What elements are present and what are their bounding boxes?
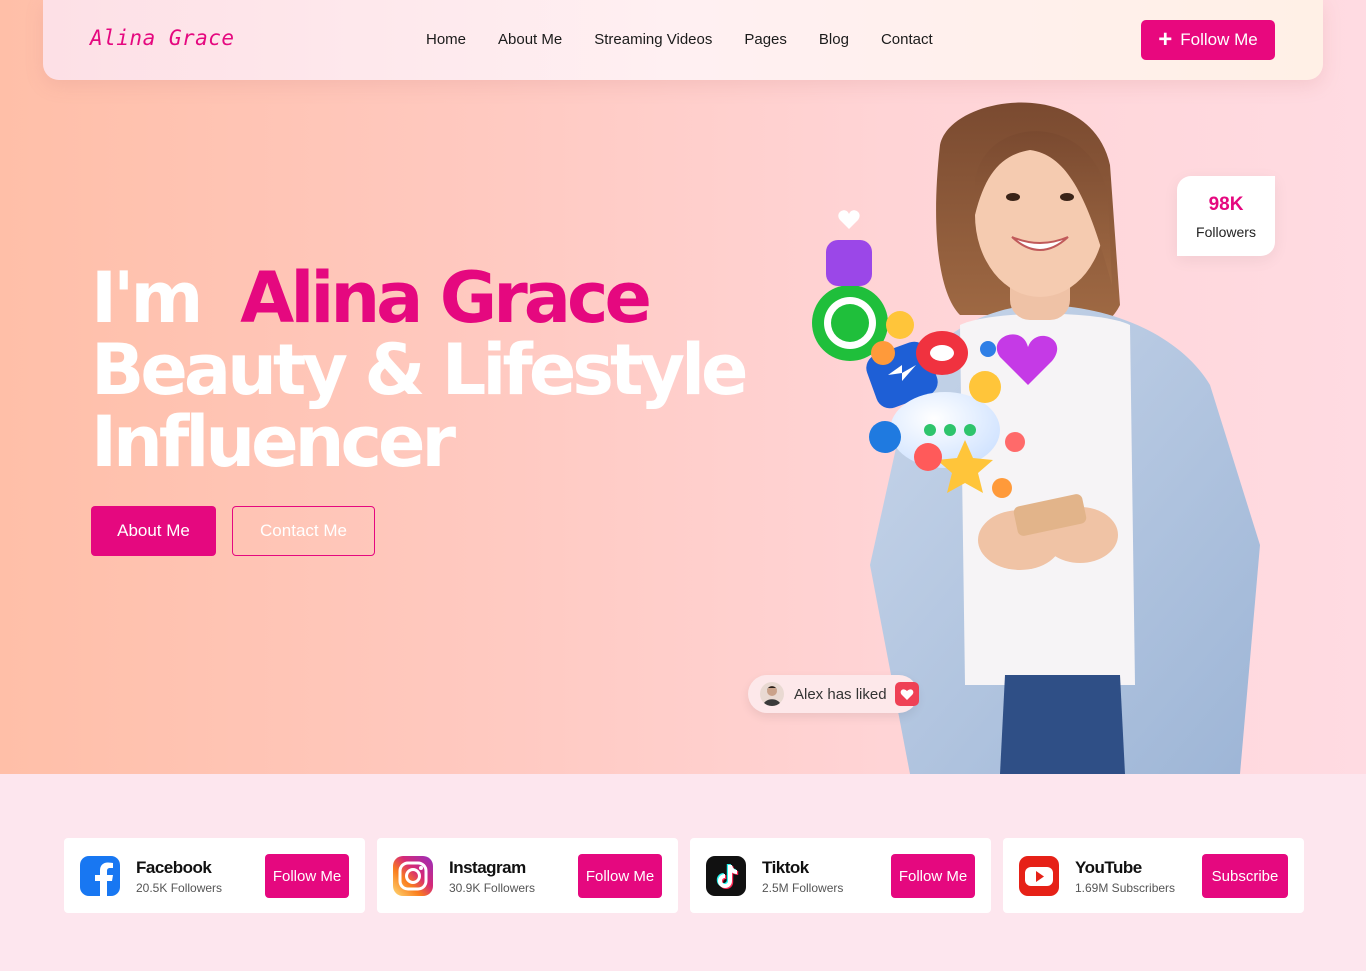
social-count: 20.5K Followers — [136, 881, 223, 895]
nav-link-contact[interactable]: Contact — [881, 31, 933, 48]
liked-text: Alex has liked — [794, 685, 887, 703]
navbar: Alina Grace Home About Me Streaming Vide… — [43, 0, 1323, 80]
social-card-tiktok: Tiktok 2.5M Followers Follow Me — [690, 838, 991, 913]
nav-link-streaming-videos[interactable]: Streaming Videos — [594, 31, 712, 48]
facebook-follow-button[interactable]: Follow Me — [265, 854, 349, 898]
social-name: Facebook — [136, 858, 212, 877]
avatar — [760, 682, 784, 706]
social-name: Instagram — [449, 858, 526, 877]
social-name: Tiktok — [762, 858, 809, 877]
tiktok-icon — [706, 856, 746, 896]
followers-count: 98K — [1208, 194, 1244, 215]
social-card-facebook: Facebook 20.5K Followers Follow Me — [64, 838, 365, 913]
site-logo[interactable]: Alina Grace — [90, 26, 235, 50]
instagram-icon — [393, 856, 433, 896]
contact-me-button[interactable]: Contact Me — [232, 506, 375, 556]
heart-icon — [895, 682, 919, 706]
nav-link-about[interactable]: About Me — [498, 31, 562, 48]
hero-heading: I'm Alina Grace Beauty & Lifestyle Influ… — [91, 262, 749, 483]
nav-link-pages[interactable]: Pages — [744, 31, 787, 48]
plus-icon: + — [1158, 26, 1173, 53]
follow-me-button[interactable]: + Follow Me — [1141, 20, 1275, 60]
nav-link-blog[interactable]: Blog — [819, 31, 849, 48]
nav-link-home[interactable]: Home — [426, 31, 466, 48]
social-card-instagram: Instagram 30.9K Followers Follow Me — [377, 838, 678, 913]
youtube-icon — [1019, 856, 1059, 896]
social-name: YouTube — [1075, 858, 1142, 877]
social-count: 2.5M Followers — [762, 881, 844, 895]
followers-card: 98K Followers — [1177, 176, 1275, 256]
social-count: 30.9K Followers — [449, 881, 536, 895]
about-me-button[interactable]: About Me — [91, 506, 216, 556]
followers-label: Followers — [1196, 224, 1256, 240]
social-card-youtube: YouTube 1.69M Subscribers Subscribe — [1003, 838, 1304, 913]
youtube-subscribe-button[interactable]: Subscribe — [1202, 854, 1288, 898]
social-count: 1.69M Subscribers — [1075, 881, 1176, 895]
follow-me-label: Follow Me — [1180, 30, 1258, 49]
liked-notification: Alex has liked — [748, 675, 919, 713]
instagram-follow-button[interactable]: Follow Me — [578, 854, 662, 898]
tiktok-follow-button[interactable]: Follow Me — [891, 854, 975, 898]
hero-line-3: Influencer — [91, 401, 456, 483]
hero-section: Alina Grace Home About Me Streaming Vide… — [0, 0, 1366, 774]
hero-name: Alina Grace — [240, 257, 652, 339]
nav-links: Home About Me Streaming Videos Pages Blo… — [426, 31, 965, 48]
hero-prefix: I'm — [91, 257, 203, 339]
social-cards-row: Facebook 20.5K Followers Follow Me Insta… — [64, 838, 1316, 913]
hero-line-2: Beauty & Lifestyle — [91, 329, 749, 411]
facebook-icon — [80, 856, 120, 896]
